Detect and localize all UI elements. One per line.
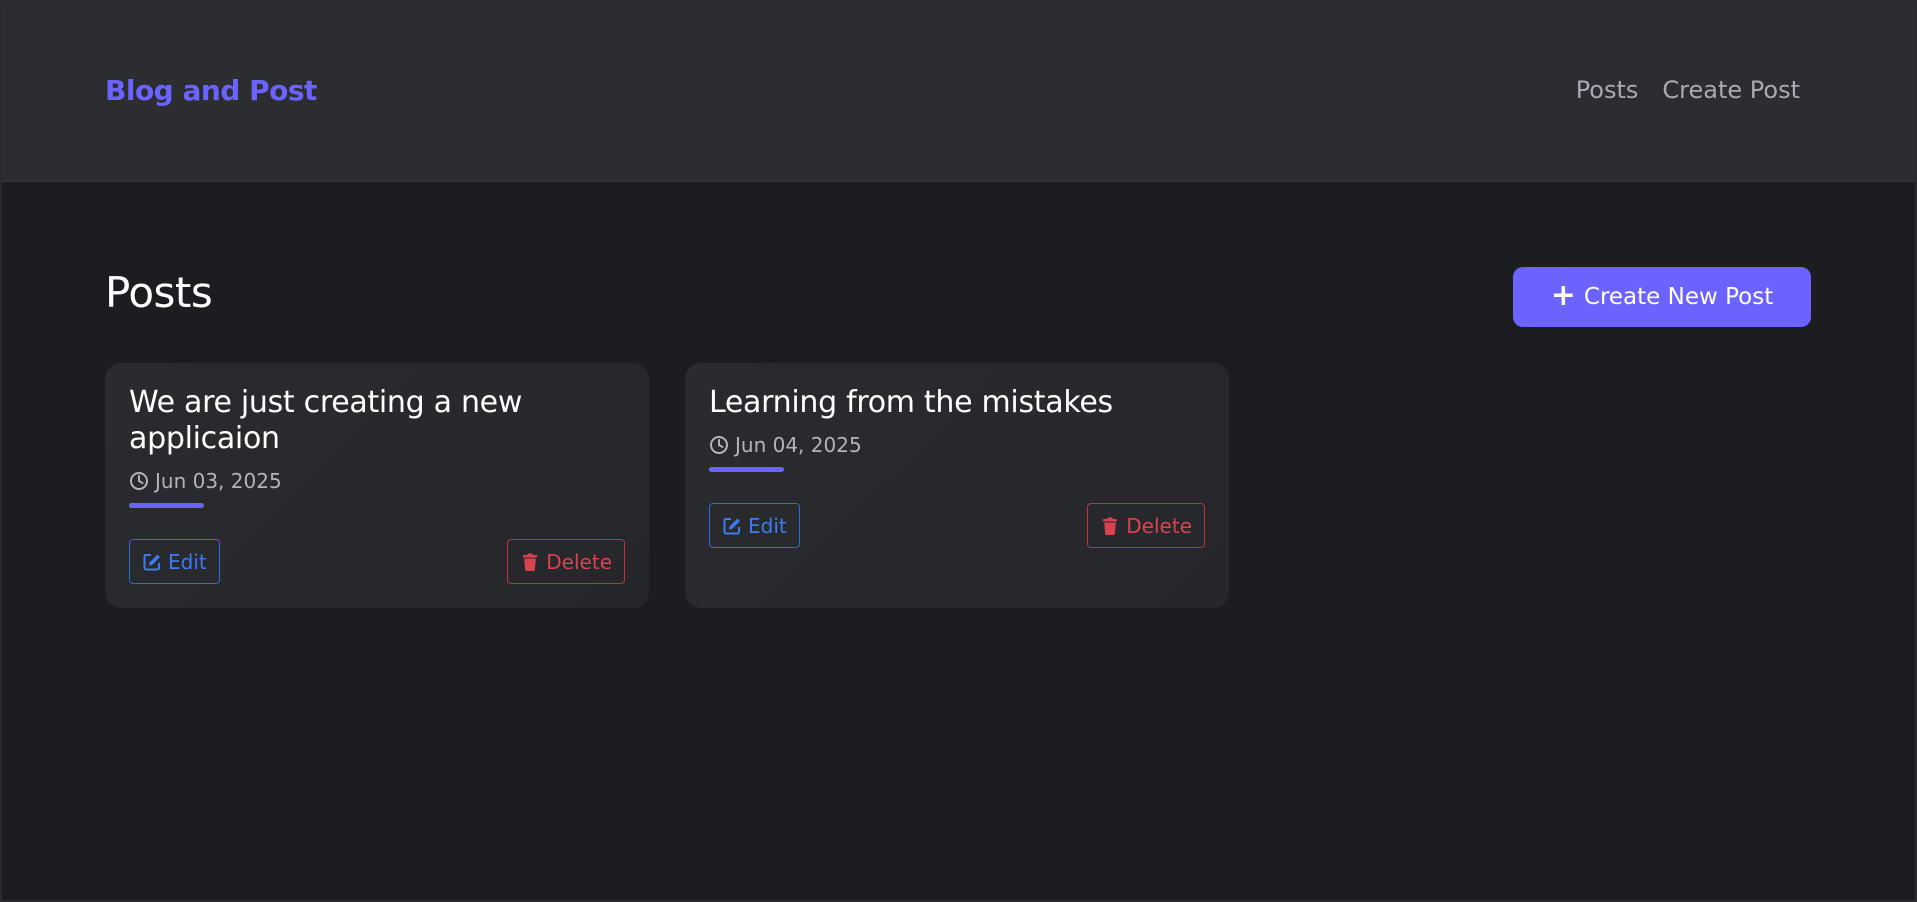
- delete-label: Delete: [546, 549, 612, 574]
- post-actions: Edit Delete: [709, 503, 1205, 548]
- clock-icon: [130, 472, 148, 490]
- accent-bar: [129, 503, 204, 508]
- plus-icon: +: [1550, 277, 1576, 313]
- nav-link-create-post[interactable]: Create Post: [1662, 76, 1800, 104]
- post-title: Learning from the mistakes: [709, 385, 1113, 420]
- delete-label: Delete: [1126, 513, 1192, 538]
- post-title: We are just creating a new applicaion: [129, 385, 523, 456]
- edit-button[interactable]: Edit: [709, 503, 800, 548]
- post-date-text: Jun 04, 2025: [735, 433, 862, 457]
- post-card: Learning from the mistakes Jun 04, 2025 …: [685, 363, 1229, 608]
- post-date: Jun 04, 2025: [709, 433, 1205, 457]
- brand-link[interactable]: Blog and Post: [105, 74, 317, 107]
- nav-link-posts[interactable]: Posts: [1576, 76, 1639, 104]
- edit-button[interactable]: Edit: [129, 539, 220, 584]
- navbar: Blog and Post Posts Create Post: [2, 2, 1915, 182]
- edit-label: Edit: [748, 513, 787, 538]
- post-actions: Edit Delete: [129, 539, 625, 584]
- create-new-post-button[interactable]: + Create New Post: [1513, 267, 1811, 327]
- edit-label: Edit: [168, 549, 207, 574]
- edit-icon: [723, 517, 740, 534]
- clock-icon: [710, 436, 728, 454]
- delete-button[interactable]: Delete: [1087, 503, 1205, 548]
- trash-icon: [1103, 517, 1118, 535]
- edit-icon: [143, 553, 160, 570]
- post-card: We are just creating a new applicaion Ju…: [105, 363, 649, 608]
- page-title: Posts: [105, 268, 213, 317]
- trash-icon: [523, 553, 538, 571]
- app-window: Blog and Post Posts Create Post Posts + …: [0, 0, 1917, 902]
- create-new-post-label: Create New Post: [1583, 284, 1774, 310]
- post-date-text: Jun 03, 2025: [155, 469, 282, 493]
- nav-links: Posts Create Post: [1576, 76, 1800, 104]
- accent-bar: [709, 467, 784, 472]
- delete-button[interactable]: Delete: [507, 539, 625, 584]
- post-date: Jun 03, 2025: [129, 469, 625, 493]
